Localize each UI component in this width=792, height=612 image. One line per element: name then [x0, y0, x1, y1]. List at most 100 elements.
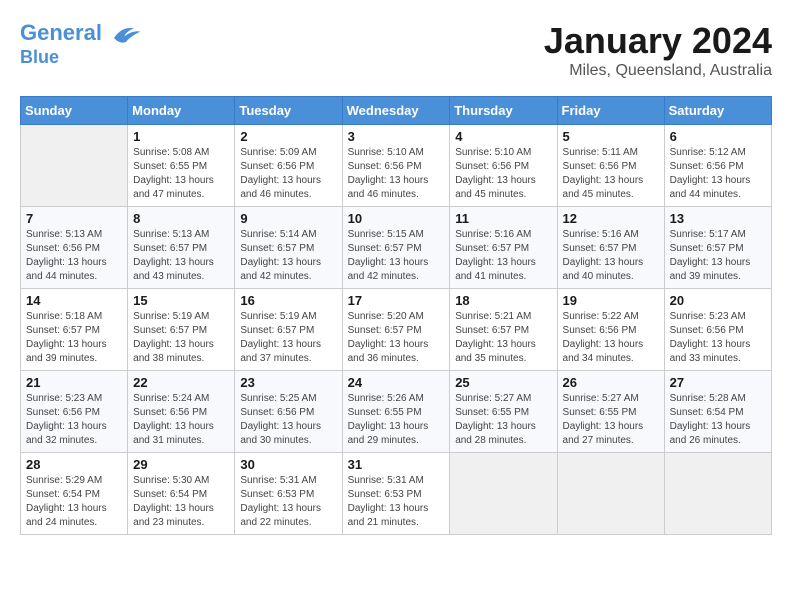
weekday-header-monday: Monday — [128, 97, 235, 125]
page-header: General Blue January 2024 Miles, Queensl… — [20, 20, 772, 80]
calendar-body: 1 Sunrise: 5:08 AM Sunset: 6:55 PM Daylig… — [21, 125, 772, 535]
calendar-cell — [21, 125, 128, 207]
day-number: 19 — [563, 293, 659, 308]
day-info: Sunrise: 5:14 AM Sunset: 6:57 PM Dayligh… — [240, 228, 336, 284]
day-number: 30 — [240, 457, 336, 472]
calendar-cell: 16 Sunrise: 5:19 AM Sunset: 6:57 PM Dayli… — [235, 289, 342, 371]
day-number: 11 — [455, 211, 551, 226]
calendar-cell: 9Sunrise: 5:14 AM Sunset: 6:57 PM Daylig… — [235, 207, 342, 289]
day-number: 26 — [563, 375, 659, 390]
calendar-cell: 31Sunrise: 5:31 AM Sunset: 6:53 PM Dayli… — [342, 453, 450, 535]
calendar-cell — [664, 453, 771, 535]
calendar-subtitle: Miles, Queensland, Australia — [544, 62, 772, 80]
day-number: 13 — [670, 211, 766, 226]
day-number: 28 — [26, 457, 122, 472]
day-info: Sunrise: 5:17 AM Sunset: 6:57 PM Dayligh… — [670, 228, 766, 284]
day-info: Sunrise: 5:08 AM Sunset: 6:55 PM Dayligh… — [133, 146, 229, 202]
day-info: Sunrise: 5:30 AM Sunset: 6:54 PM Dayligh… — [133, 474, 229, 530]
day-number: 14 — [26, 293, 122, 308]
day-info: Sunrise: 5:28 AM Sunset: 6:54 PM Dayligh… — [670, 392, 766, 448]
day-info: Sunrise: 5:09 AM Sunset: 6:56 PM Dayligh… — [240, 146, 336, 202]
calendar-cell: 23 Sunrise: 5:25 AM Sunset: 6:56 PM Dayli… — [235, 371, 342, 453]
calendar-table: SundayMondayTuesdayWednesdayThursdayFrid… — [20, 96, 772, 535]
calendar-cell: 29 Sunrise: 5:30 AM Sunset: 6:54 PM Dayli… — [128, 453, 235, 535]
calendar-cell: 13 Sunrise: 5:17 AM Sunset: 6:57 PM Dayli… — [664, 207, 771, 289]
day-number: 23 — [240, 375, 336, 390]
calendar-cell: 19 Sunrise: 5:22 AM Sunset: 6:56 PM Dayli… — [557, 289, 664, 371]
day-number: 21 — [26, 375, 122, 390]
day-info: Sunrise: 5:13 AM Sunset: 6:57 PM Dayligh… — [133, 228, 229, 284]
calendar-cell — [557, 453, 664, 535]
day-info: Sunrise: 5:20 AM Sunset: 6:57 PM Dayligh… — [348, 310, 445, 366]
day-number: 10 — [348, 211, 445, 226]
day-number: 7 — [26, 211, 122, 226]
calendar-cell: 4 Sunrise: 5:10 AM Sunset: 6:56 PM Daylig… — [450, 125, 557, 207]
week-row-2: 7 Sunrise: 5:13 AM Sunset: 6:56 PM Daylig… — [21, 207, 772, 289]
logo: General Blue — [20, 20, 142, 68]
calendar-cell: 3 Sunrise: 5:10 AM Sunset: 6:56 PM Daylig… — [342, 125, 450, 207]
day-number: 22 — [133, 375, 229, 390]
calendar-title: January 2024 — [544, 20, 772, 62]
calendar-cell: 2 Sunrise: 5:09 AM Sunset: 6:56 PM Daylig… — [235, 125, 342, 207]
week-row-1: 1 Sunrise: 5:08 AM Sunset: 6:55 PM Daylig… — [21, 125, 772, 207]
logo-text: General — [20, 20, 142, 48]
day-info: Sunrise: 5:15 AM Sunset: 6:57 PM Dayligh… — [348, 228, 445, 284]
day-info: Sunrise: 5:16 AM Sunset: 6:57 PM Dayligh… — [455, 228, 551, 284]
day-number: 15 — [133, 293, 229, 308]
calendar-cell: 28 Sunrise: 5:29 AM Sunset: 6:54 PM Dayli… — [21, 453, 128, 535]
calendar-cell: 22 Sunrise: 5:24 AM Sunset: 6:56 PM Dayli… — [128, 371, 235, 453]
calendar-cell: 17Sunrise: 5:20 AM Sunset: 6:57 PM Dayli… — [342, 289, 450, 371]
day-info: Sunrise: 5:12 AM Sunset: 6:56 PM Dayligh… — [670, 146, 766, 202]
day-number: 6 — [670, 129, 766, 144]
calendar-cell: 15Sunrise: 5:19 AM Sunset: 6:57 PM Dayli… — [128, 289, 235, 371]
weekday-header-tuesday: Tuesday — [235, 97, 342, 125]
day-info: Sunrise: 5:21 AM Sunset: 6:57 PM Dayligh… — [455, 310, 551, 366]
calendar-cell: 7 Sunrise: 5:13 AM Sunset: 6:56 PM Daylig… — [21, 207, 128, 289]
calendar-cell: 27Sunrise: 5:28 AM Sunset: 6:54 PM Dayli… — [664, 371, 771, 453]
weekday-header-wednesday: Wednesday — [342, 97, 450, 125]
day-number: 2 — [240, 129, 336, 144]
day-info: Sunrise: 5:31 AM Sunset: 6:53 PM Dayligh… — [348, 474, 445, 530]
day-number: 4 — [455, 129, 551, 144]
weekday-header-friday: Friday — [557, 97, 664, 125]
week-row-3: 14Sunrise: 5:18 AM Sunset: 6:57 PM Dayli… — [21, 289, 772, 371]
day-info: Sunrise: 5:25 AM Sunset: 6:56 PM Dayligh… — [240, 392, 336, 448]
day-number: 29 — [133, 457, 229, 472]
weekday-header-thursday: Thursday — [450, 97, 557, 125]
calendar-cell: 6 Sunrise: 5:12 AM Sunset: 6:56 PM Daylig… — [664, 125, 771, 207]
weekday-header-sunday: Sunday — [21, 97, 128, 125]
day-number: 24 — [348, 375, 445, 390]
day-number: 18 — [455, 293, 551, 308]
day-number: 3 — [348, 129, 445, 144]
day-info: Sunrise: 5:27 AM Sunset: 6:55 PM Dayligh… — [455, 392, 551, 448]
day-number: 25 — [455, 375, 551, 390]
day-info: Sunrise: 5:11 AM Sunset: 6:56 PM Dayligh… — [563, 146, 659, 202]
title-block: January 2024 Miles, Queensland, Australi… — [544, 20, 772, 80]
calendar-cell — [450, 453, 557, 535]
calendar-cell: 14Sunrise: 5:18 AM Sunset: 6:57 PM Dayli… — [21, 289, 128, 371]
day-number: 1 — [133, 129, 229, 144]
calendar-cell: 24 Sunrise: 5:26 AM Sunset: 6:55 PM Dayli… — [342, 371, 450, 453]
calendar-cell: 21Sunrise: 5:23 AM Sunset: 6:56 PM Dayli… — [21, 371, 128, 453]
day-info: Sunrise: 5:22 AM Sunset: 6:56 PM Dayligh… — [563, 310, 659, 366]
day-info: Sunrise: 5:10 AM Sunset: 6:56 PM Dayligh… — [455, 146, 551, 202]
day-info: Sunrise: 5:10 AM Sunset: 6:56 PM Dayligh… — [348, 146, 445, 202]
calendar-cell: 25 Sunrise: 5:27 AM Sunset: 6:55 PM Dayli… — [450, 371, 557, 453]
day-info: Sunrise: 5:24 AM Sunset: 6:56 PM Dayligh… — [133, 392, 229, 448]
day-info: Sunrise: 5:26 AM Sunset: 6:55 PM Dayligh… — [348, 392, 445, 448]
calendar-cell: 10 Sunrise: 5:15 AM Sunset: 6:57 PM Dayli… — [342, 207, 450, 289]
calendar-cell: 30 Sunrise: 5:31 AM Sunset: 6:53 PM Dayli… — [235, 453, 342, 535]
calendar-cell: 20Sunrise: 5:23 AM Sunset: 6:56 PM Dayli… — [664, 289, 771, 371]
day-info: Sunrise: 5:19 AM Sunset: 6:57 PM Dayligh… — [240, 310, 336, 366]
logo-text2: Blue — [20, 48, 142, 68]
day-info: Sunrise: 5:23 AM Sunset: 6:56 PM Dayligh… — [670, 310, 766, 366]
calendar-cell: 8Sunrise: 5:13 AM Sunset: 6:57 PM Daylig… — [128, 207, 235, 289]
calendar-cell: 5Sunrise: 5:11 AM Sunset: 6:56 PM Daylig… — [557, 125, 664, 207]
day-info: Sunrise: 5:31 AM Sunset: 6:53 PM Dayligh… — [240, 474, 336, 530]
weekday-header-saturday: Saturday — [664, 97, 771, 125]
day-info: Sunrise: 5:29 AM Sunset: 6:54 PM Dayligh… — [26, 474, 122, 530]
calendar-cell: 1 Sunrise: 5:08 AM Sunset: 6:55 PM Daylig… — [128, 125, 235, 207]
day-number: 16 — [240, 293, 336, 308]
day-info: Sunrise: 5:13 AM Sunset: 6:56 PM Dayligh… — [26, 228, 122, 284]
day-info: Sunrise: 5:27 AM Sunset: 6:55 PM Dayligh… — [563, 392, 659, 448]
